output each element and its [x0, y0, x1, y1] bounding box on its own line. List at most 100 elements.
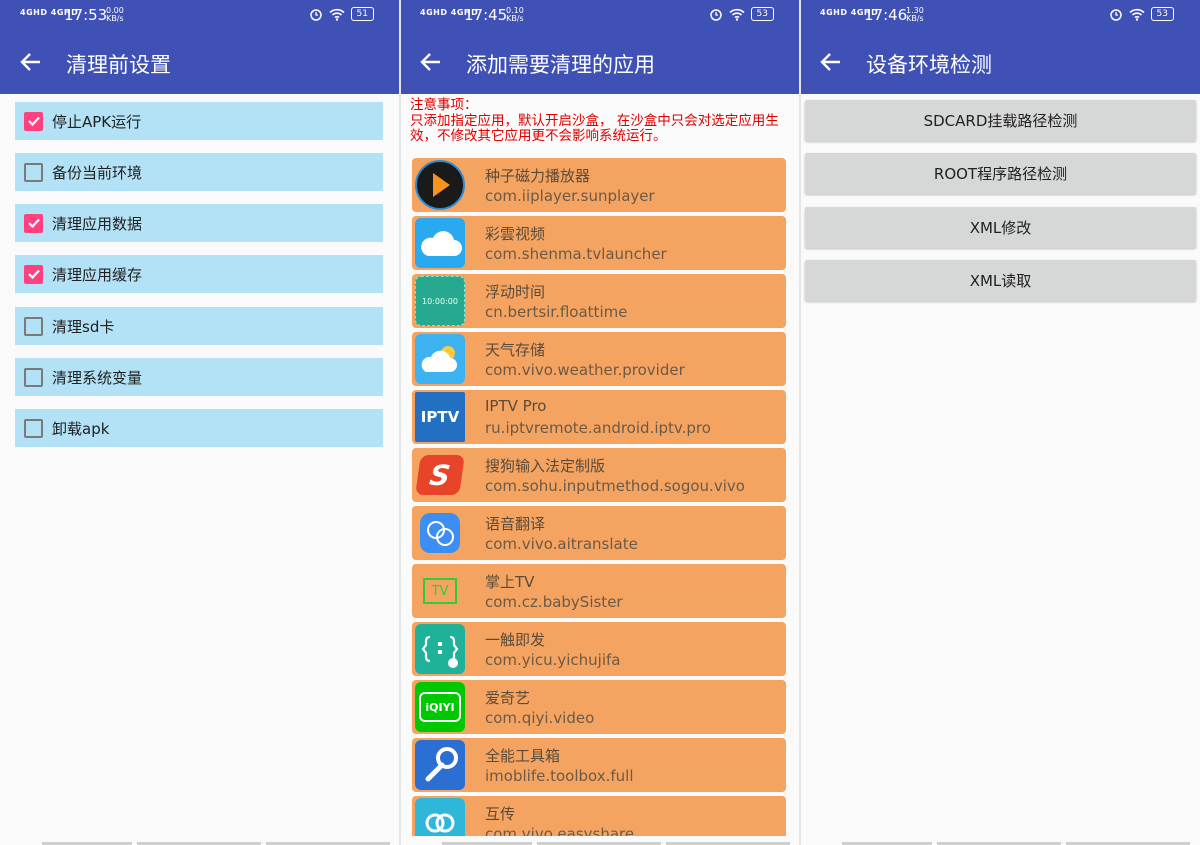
list-item[interactable]: 一触即发 com.yicu.yichujifa	[412, 622, 786, 676]
alarm-icon	[309, 9, 322, 21]
xml-edit-button[interactable]: XML修改	[805, 207, 1196, 248]
network-speed: 1.30 KB/s	[906, 6, 924, 23]
list-item[interactable]: IPTV IPTV Pro ru.iptvremote.android.iptv…	[412, 390, 786, 444]
notice-body: 只添加指定应用，默认开启沙盒， 在沙盒中只会对选定应用生效，不修改其它应用更不会…	[410, 112, 779, 144]
app-package: com.vivo.aitranslate	[485, 535, 638, 553]
checkbox[interactable]	[24, 316, 43, 336]
iptv-icon: IPTV	[415, 392, 465, 442]
panel-divider	[799, 0, 801, 845]
option-label: 清理应用数据	[52, 214, 143, 233]
app-name: 天气存储	[485, 341, 546, 359]
option-clear-cache[interactable]: 清理应用缓存	[15, 255, 383, 293]
status-time: 17:53	[64, 6, 108, 24]
battery-indicator: 53	[1150, 7, 1174, 21]
app-name: IPTV Pro	[485, 397, 547, 415]
checkbox[interactable]	[24, 264, 43, 284]
list-item[interactable]: 天气存储 com.vivo.weather.provider	[412, 332, 786, 386]
back-arrow-icon[interactable]	[18, 49, 44, 75]
page-title: 添加需要清理的应用	[466, 53, 655, 77]
app-package: imoblife.toolbox.full	[485, 767, 634, 785]
page-title: 清理前设置	[66, 53, 171, 77]
option-label: 卸载apk	[52, 419, 110, 438]
app-package: com.sohu.inputmethod.sogou.vivo	[485, 477, 745, 495]
status-bar: 4GHD 4GHD 17:45 0.10 KB/s 53	[400, 0, 800, 31]
tv-icon: TV	[415, 566, 465, 616]
status-bar: 4GHD 4GHD 17:53 0.00 KB/s 51	[0, 0, 400, 31]
status-icons: 51	[309, 7, 374, 21]
status-time: 17:46	[864, 6, 908, 24]
list-item[interactable]: S 搜狗输入法定制版 com.sohu.inputmethod.sogou.vi…	[412, 448, 786, 502]
settings-screen: 4GHD 4GHD 17:53 0.00 KB/s 51 清理前设置 停止APK运…	[0, 0, 400, 845]
app-name: 彩雲视频	[485, 225, 546, 243]
sogou-icon: S	[415, 450, 465, 500]
app-package: com.cz.babySister	[485, 593, 623, 611]
app-name: 搜狗输入法定制版	[485, 457, 606, 475]
checkbox[interactable]	[24, 367, 43, 387]
checkbox[interactable]	[24, 111, 43, 131]
panel-divider	[399, 0, 401, 845]
app-bar: 设备环境检测	[800, 31, 1200, 94]
app-package: com.shenma.tvlauncher	[485, 245, 667, 263]
app-name: 互传	[485, 805, 516, 823]
list-item[interactable]: 10:00:00 浮动时间 cn.bertsir.floattime	[412, 274, 786, 328]
option-label: 清理应用缓存	[52, 265, 143, 284]
app-name: 一触即发	[485, 631, 546, 649]
page-title: 设备环境检测	[866, 53, 992, 77]
back-arrow-icon[interactable]	[418, 49, 444, 75]
app-package: com.vivo.weather.provider	[485, 361, 685, 379]
app-package: cn.bertsir.floattime	[485, 303, 628, 321]
app-name: 全能工具箱	[485, 747, 561, 765]
checkbox[interactable]	[24, 213, 43, 233]
option-backup-env[interactable]: 备份当前环境	[15, 153, 383, 191]
status-time: 17:45	[464, 6, 508, 24]
check-icon	[27, 116, 40, 127]
list-item[interactable]: 全能工具箱 imoblife.toolbox.full	[412, 738, 786, 792]
app-package: ru.iptvremote.android.iptv.pro	[485, 419, 711, 437]
app-package: com.vivo.easyshare	[485, 825, 635, 836]
network-speed: 0.00 KB/s	[106, 6, 124, 23]
app-bar: 添加需要清理的应用	[400, 31, 800, 94]
checkbox[interactable]	[24, 418, 43, 438]
share-icon	[415, 798, 465, 836]
app-name: 语音翻译	[485, 515, 546, 533]
wifi-icon	[328, 8, 345, 21]
app-name: 种子磁力播放器	[485, 167, 591, 185]
wifi-icon	[728, 8, 745, 21]
option-stop-apk[interactable]: 停止APK运行	[15, 102, 383, 140]
list-item[interactable]: 彩雲视频 com.shenma.tvlauncher	[412, 216, 786, 270]
network-speed: 0.10 KB/s	[506, 6, 524, 23]
app-name: 浮动时间	[485, 283, 546, 301]
option-clear-sysvars[interactable]: 清理系统变量	[15, 358, 383, 396]
list-item[interactable]: 种子磁力播放器 com.iiplayer.sunplayer	[412, 158, 786, 212]
wifi-icon	[1128, 8, 1145, 21]
option-label: 停止APK运行	[52, 112, 142, 131]
status-icons: 53	[709, 7, 774, 21]
list-item[interactable]: TV 掌上TV com.cz.babySister	[412, 564, 786, 618]
xml-read-button[interactable]: XML读取	[805, 260, 1196, 301]
list-item[interactable]: 语音翻译 com.vivo.aitranslate	[412, 506, 786, 560]
app-package: com.qiyi.video	[485, 709, 595, 727]
option-clear-sdcard[interactable]: 清理sd卡	[15, 307, 383, 345]
app-bar: 清理前设置	[0, 31, 400, 94]
translate-icon	[415, 508, 465, 558]
back-arrow-icon[interactable]	[818, 49, 844, 75]
list-item[interactable]: 互传 com.vivo.easyshare	[412, 796, 786, 836]
touch-icon	[415, 624, 465, 674]
option-label: 备份当前环境	[52, 163, 143, 182]
list-item[interactable]: iQIYI 爱奇艺 com.qiyi.video	[412, 680, 786, 734]
cloud-icon	[415, 218, 465, 268]
sdcard-path-check-button[interactable]: SDCARD挂载路径检测	[805, 100, 1196, 141]
option-uninstall-apk[interactable]: 卸载apk	[15, 409, 383, 447]
option-label: 清理系统变量	[52, 368, 143, 387]
option-clear-data[interactable]: 清理应用数据	[15, 204, 383, 242]
app-name: 爱奇艺	[485, 689, 531, 707]
battery-indicator: 53	[750, 7, 774, 21]
root-path-check-button[interactable]: ROOT程序路径检测	[805, 153, 1196, 194]
checkbox[interactable]	[24, 162, 43, 182]
play-icon	[415, 160, 465, 210]
app-package: com.yicu.yichujifa	[485, 651, 621, 669]
alarm-icon	[709, 9, 722, 21]
notice-title: 注意事项：	[410, 97, 478, 113]
status-icons: 53	[1109, 7, 1174, 21]
app-list[interactable]: 种子磁力播放器 com.iiplayer.sunplayer 彩雲视频 com.…	[412, 158, 786, 836]
